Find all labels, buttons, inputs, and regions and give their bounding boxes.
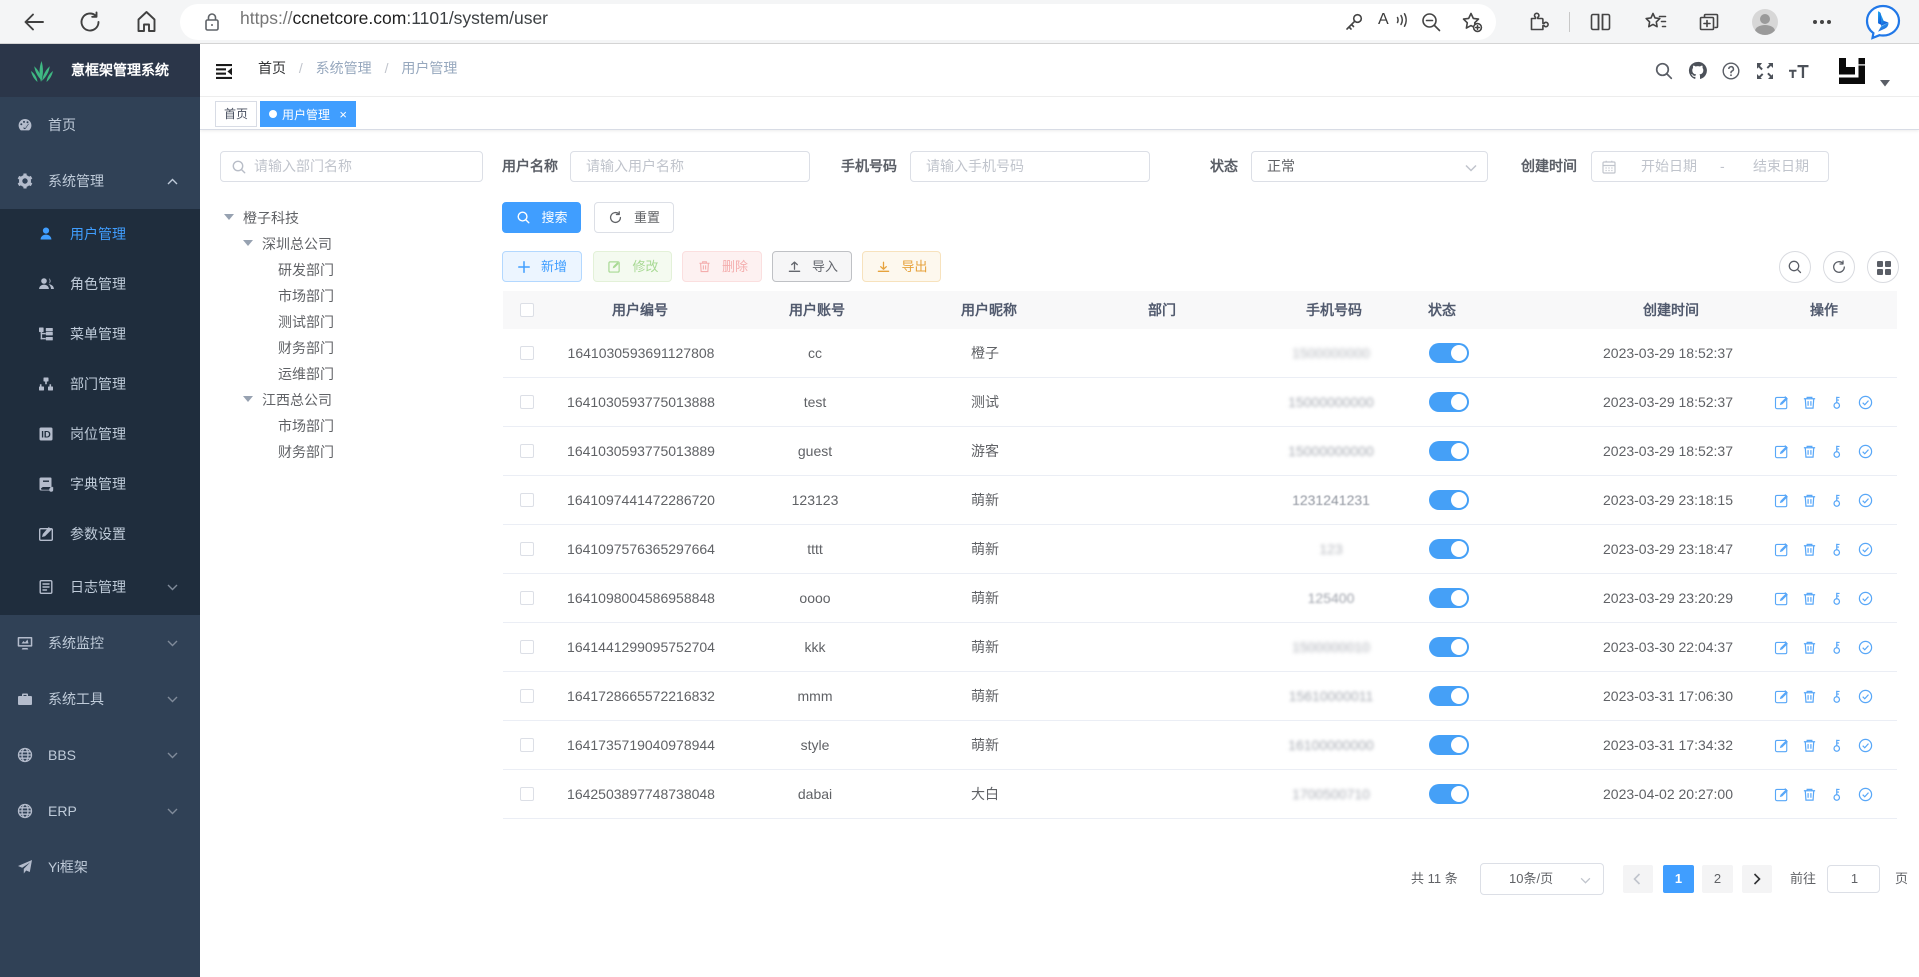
svg-text:ID: ID: [41, 430, 51, 441]
